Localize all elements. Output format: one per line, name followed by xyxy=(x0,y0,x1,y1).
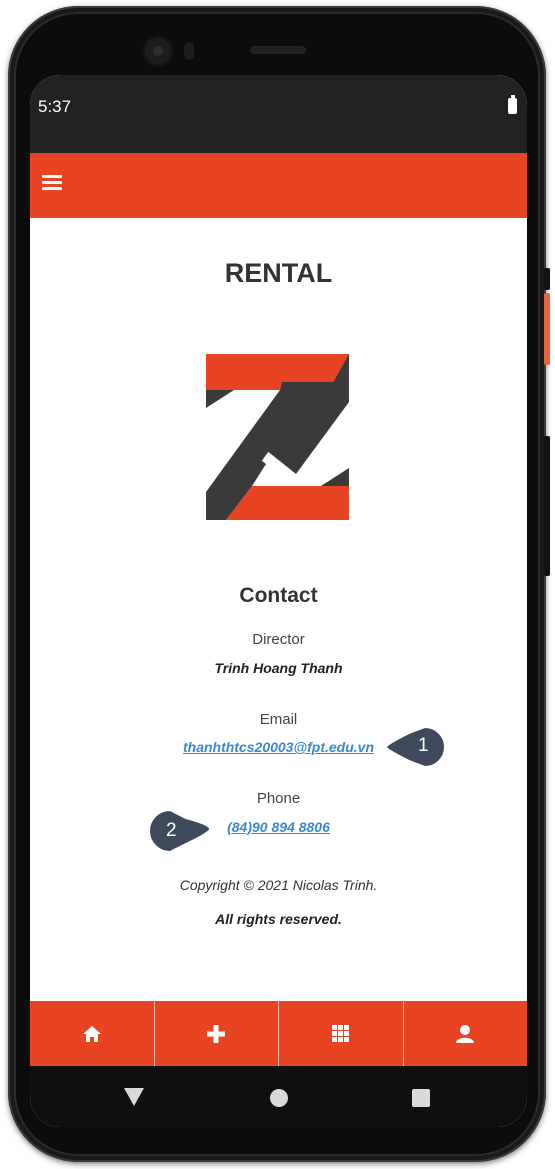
contact-heading: Contact xyxy=(239,584,318,607)
callout-1-number: 1 xyxy=(418,735,429,756)
tab-home[interactable] xyxy=(30,1001,155,1066)
director-label: Director xyxy=(252,631,305,648)
back-icon[interactable] xyxy=(124,1088,144,1106)
front-camera xyxy=(145,38,171,64)
page-title: RENTAL xyxy=(224,258,333,288)
tab-grid[interactable] xyxy=(279,1001,404,1066)
plus-icon xyxy=(207,1024,226,1043)
email-link[interactable]: thanhthtcs20003@fpt.edu.vn xyxy=(183,739,374,755)
copyright-text: Copyright © 2021 Nicolas Trinh. xyxy=(179,877,378,893)
email-label: Email xyxy=(259,711,298,728)
tab-profile[interactable] xyxy=(404,1001,528,1066)
proximity-sensor xyxy=(184,42,194,60)
z-logo xyxy=(206,354,349,520)
status-time: 5:37 xyxy=(38,97,72,116)
recents-square-icon[interactable] xyxy=(412,1089,430,1107)
callout-1-shape xyxy=(385,725,446,769)
callout-2-shape xyxy=(148,808,212,854)
status-bar: 5:37 xyxy=(30,75,527,153)
grid-icon xyxy=(332,1025,350,1042)
callout-1: 1 xyxy=(383,725,449,769)
power-button xyxy=(544,268,550,290)
tab-add[interactable] xyxy=(155,1001,279,1066)
screen: 5:37 RENTAL Contact Director Trinh Hoang… xyxy=(30,75,527,1127)
side-button xyxy=(544,436,550,576)
user-icon xyxy=(456,1024,475,1043)
android-nav-bar xyxy=(30,1066,527,1127)
home-icon xyxy=(82,1025,101,1042)
battery-icon xyxy=(508,95,517,114)
earpiece-speaker xyxy=(250,46,306,54)
hamburger-menu-icon[interactable] xyxy=(42,175,62,191)
callout-2: 2 xyxy=(146,808,214,854)
volume-button xyxy=(544,293,550,365)
director-name: Trinh Hoang Thanh xyxy=(214,660,343,676)
bottom-tab-bar xyxy=(30,1001,527,1066)
app-header xyxy=(30,153,527,218)
phone-label: Phone xyxy=(256,790,301,807)
rights-text: All rights reserved. xyxy=(215,911,342,927)
home-circle-icon[interactable] xyxy=(270,1089,288,1107)
callout-2-number: 2 xyxy=(166,820,177,841)
phone-link[interactable]: (84)90 894 8806 xyxy=(227,819,330,835)
